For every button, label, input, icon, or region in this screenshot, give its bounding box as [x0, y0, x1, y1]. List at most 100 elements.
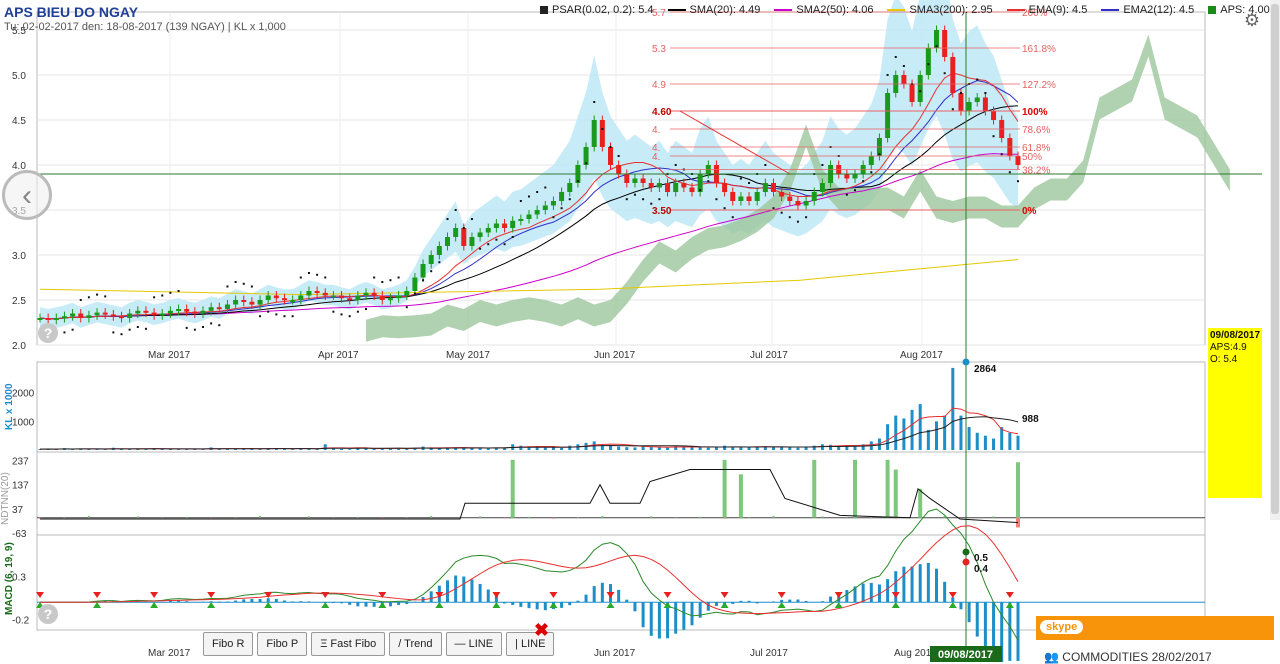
volume-bar: [674, 446, 677, 450]
macd-buy-marker: [93, 602, 101, 608]
candle-body: [804, 201, 809, 206]
candle-body: [665, 183, 670, 192]
candle-body: [469, 237, 474, 246]
volume-bar: [691, 447, 694, 450]
hline-button[interactable]: — LINE: [446, 632, 503, 656]
volume-bar: [104, 449, 107, 450]
psar-dot: [862, 180, 864, 182]
psar-dot: [960, 92, 962, 94]
legend-item: SMA(20): 4.49: [668, 4, 761, 16]
macd-hist-bar: [511, 602, 514, 605]
macd-hist-bar: [250, 599, 253, 602]
volume-bar: [919, 404, 922, 450]
candle-body: [119, 316, 124, 318]
close-icon[interactable]: ✖: [534, 620, 549, 641]
ndtnn-bar: [650, 516, 652, 517]
fibo-price-label: 4.60: [652, 107, 672, 118]
gear-icon[interactable]: ⚙: [1244, 10, 1260, 31]
macd-hist-bar: [650, 602, 653, 636]
volume-bar: [707, 448, 710, 450]
skype-bar[interactable]: skype: [1036, 616, 1274, 640]
volume-bar: [633, 447, 636, 450]
fast-fibo-button[interactable]: Ξ Fast Fibo: [311, 632, 385, 656]
scrollbar[interactable]: [1270, 0, 1280, 520]
volume-bar: [1008, 433, 1011, 450]
macd-hist-bar: [430, 591, 433, 602]
ndtnn-bar: [699, 517, 701, 518]
macd-sell-marker: [492, 592, 500, 598]
macd-hist-bar: [845, 590, 848, 602]
candle-body: [690, 188, 695, 193]
price-x-tick: Mar 2017: [148, 350, 191, 361]
candle-body: [184, 309, 189, 312]
psar-dot: [585, 162, 587, 164]
psar-dot: [471, 218, 473, 220]
candle-body: [453, 228, 458, 237]
macd-buy-marker: [492, 602, 500, 608]
psar-dot: [194, 329, 196, 331]
volume-bar: [805, 447, 808, 450]
scrollbar-thumb[interactable]: [1271, 4, 1279, 514]
macd-sell-marker: [207, 592, 215, 598]
help-icon[interactable]: ?: [38, 323, 58, 343]
macd-buy-marker: [150, 602, 158, 608]
volume-bar: [911, 410, 914, 450]
legend-swatch: [668, 9, 686, 11]
fibo-price-label: 4.9: [652, 80, 666, 91]
tooltip-line1: APS:4.9: [1210, 342, 1260, 354]
chevron-left-icon[interactable]: ‹: [2, 170, 52, 220]
psar-dot: [878, 153, 880, 155]
macd-hist-bar: [462, 577, 465, 603]
psar-dot: [381, 281, 383, 283]
legend-item: SMA3(200): 2.95: [887, 4, 992, 16]
ndtnn-bar: [308, 516, 310, 517]
volume-bar: [552, 447, 555, 450]
psar-dot: [137, 326, 139, 328]
candle-body: [421, 264, 426, 278]
macd-hist-bar: [593, 586, 596, 602]
price-y-tick: 5.0: [12, 71, 26, 82]
volume-bar: [715, 447, 718, 450]
fibo-price-label: 3.50: [652, 206, 672, 217]
psar-dot: [512, 236, 514, 238]
ndtnn-bar: [528, 517, 530, 518]
ndtnn-y-tick: 237: [12, 457, 29, 468]
volume-bar: [568, 446, 571, 450]
trend-button[interactable]: / Trend: [389, 632, 441, 656]
fibo-r-button[interactable]: Fibo R: [203, 632, 253, 656]
help-icon[interactable]: ?: [38, 604, 58, 624]
fibo-p-button[interactable]: Fibo P: [257, 632, 307, 656]
candle-body: [787, 197, 792, 202]
macd-panel-frame: [37, 535, 1205, 630]
psar-dot: [324, 277, 326, 279]
psar-dot: [226, 286, 228, 288]
macd-hist-bar: [788, 600, 791, 603]
fibo-percent-label: 78.6%: [1022, 125, 1050, 136]
legend-label: PSAR(0.02, 0.2): 5.4: [552, 4, 654, 16]
macd-buy-marker: [207, 602, 215, 608]
psar-dot: [707, 180, 709, 182]
psar-dot: [715, 198, 717, 200]
legend-label: EMA2(12): 4.5: [1123, 4, 1194, 16]
volume-bar: [479, 448, 482, 450]
macd-hist-bar: [568, 602, 571, 605]
psar-dot: [561, 207, 563, 209]
price-tooltip: 09/08/2017 APS:4.9 O: 5.4: [1208, 328, 1262, 498]
macd-hist-bar: [202, 602, 205, 603]
volume-bar: [348, 449, 351, 450]
psar-dot: [789, 216, 791, 218]
ndtnn-bar: [853, 460, 857, 518]
crosshair-date-label: 09/08/2017: [938, 649, 993, 661]
volume-y-tick: 2000: [12, 389, 35, 400]
candle-body: [143, 311, 148, 313]
macd-hist-bar: [658, 602, 661, 638]
candle-body: [844, 174, 849, 179]
chart-canvas[interactable]: 5.55.04.54.03.53.02.52.0Mar 2017Apr 2017…: [0, 0, 1280, 662]
psar-dot: [104, 295, 106, 297]
macd-y-tick: -0.2: [12, 615, 30, 626]
candle-body: [478, 233, 483, 238]
candle-body: [323, 293, 328, 296]
macd-hist-bar: [935, 569, 938, 603]
candle-body: [991, 111, 996, 120]
macd-buy-marker: [835, 602, 843, 608]
